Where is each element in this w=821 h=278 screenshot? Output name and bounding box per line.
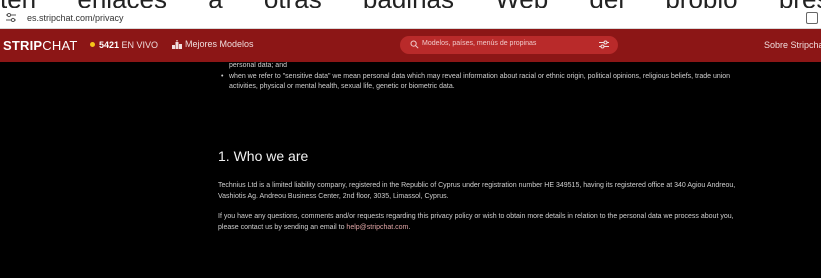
contact-text: If you have any questions, comments and/… xyxy=(218,213,734,231)
search-icon xyxy=(410,40,419,49)
live-counter[interactable]: 5421 EN VIVO xyxy=(90,40,158,50)
podium-icon xyxy=(172,40,182,49)
search-placeholder: Modelos, países, menús de propinas xyxy=(422,40,537,47)
bullet-mark: • xyxy=(221,73,224,80)
live-count: 5421 xyxy=(99,40,120,50)
about-link[interactable]: Sobre Stripchat xyxy=(764,40,821,50)
url-text[interactable]: es.stripchat.com/privacy xyxy=(27,13,124,23)
contact-paragraph: If you have any questions, comments and/… xyxy=(218,212,748,233)
site-logo[interactable]: STRIPCHAT xyxy=(3,38,78,53)
privacy-content: personal data; and • when we refer to "s… xyxy=(0,62,821,278)
search-input[interactable]: Modelos, países, menús de propinas xyxy=(400,36,618,54)
browser-address-bar[interactable]: es.stripchat.com/privacy xyxy=(0,8,821,29)
live-label: EN VIVO xyxy=(121,40,159,50)
square-icon[interactable] xyxy=(806,12,818,24)
logo-text-chat: CHAT xyxy=(42,38,78,53)
contact-end: . xyxy=(408,223,411,231)
top-models-link[interactable]: Mejores Modelos xyxy=(172,39,254,49)
tune-icon[interactable] xyxy=(6,13,16,22)
live-dot-icon xyxy=(90,42,95,47)
company-paragraph: Technius Ltd is a limited liability comp… xyxy=(218,182,736,200)
top-navbar: STRIPCHAT 5421 EN VIVO Mejores Modelos M… xyxy=(0,29,821,62)
partial-list-line: personal data; and xyxy=(229,62,287,69)
section-heading: 1. Who we are xyxy=(218,148,309,164)
list-item-text: when we refer to "sensitive data" we mea… xyxy=(229,73,731,90)
logo-text-strip: STRIP xyxy=(3,38,43,53)
filter-icon[interactable] xyxy=(599,40,609,49)
top-models-label: Mejores Modelos xyxy=(185,39,254,49)
email-link[interactable]: help@stripchat.com xyxy=(346,224,408,231)
